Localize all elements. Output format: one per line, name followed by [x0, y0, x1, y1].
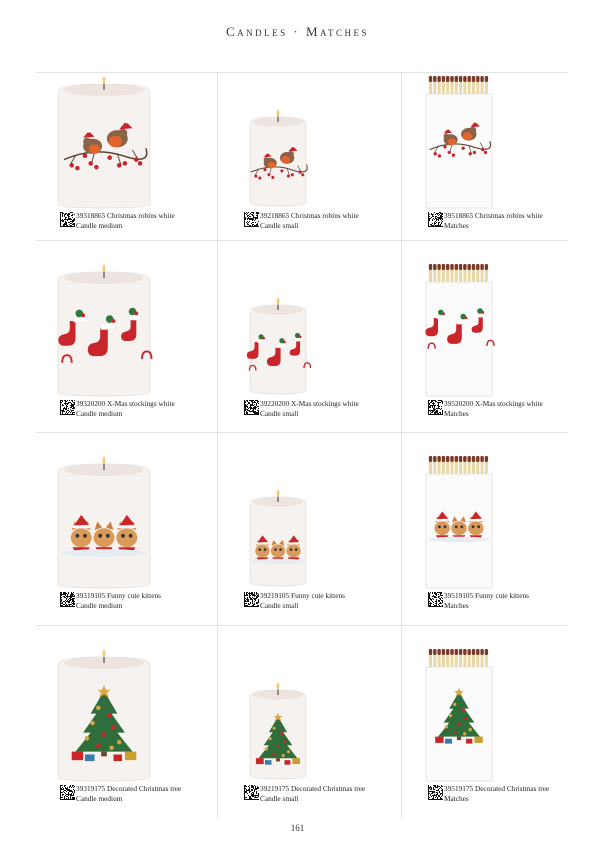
candle-medium-image — [57, 264, 153, 397]
product-card: 39518865 Christmas robins white Matches — [404, 72, 581, 259]
product-card: 39319105 Funny cute kittens Candle medium — [36, 452, 213, 639]
product-format: Candle small — [260, 794, 299, 803]
product-format: Candle medium — [76, 221, 123, 230]
product-code: 39220200 — [260, 399, 290, 408]
candle-medium-image — [57, 456, 151, 589]
product-card: 39519105 Funny cute kittens Matches — [404, 452, 581, 639]
product-code: 39318865 — [76, 211, 106, 220]
matchbox-image — [425, 649, 493, 782]
product-code: 39319105 — [76, 591, 106, 600]
datamatrix-code-icon — [244, 785, 259, 800]
grid-divider — [217, 72, 218, 818]
product-code: 39320200 — [76, 399, 106, 408]
product-card: 39219175 Decorated Christmas tree Candle … — [220, 645, 397, 832]
datamatrix-code-icon — [428, 785, 443, 800]
candle-small-image — [246, 297, 312, 395]
product-card: 39318865 Christmas robins white Candle me… — [36, 72, 213, 259]
matchbox-image — [425, 456, 493, 589]
product-format: Candle small — [260, 409, 299, 418]
datamatrix-code-icon — [244, 212, 259, 227]
product-name: Christmas robins white — [107, 211, 175, 220]
product-code: 39219175 — [260, 784, 290, 793]
product-code: 39319175 — [76, 784, 106, 793]
candle-small-image — [249, 489, 307, 587]
product-code: 39519105 — [444, 591, 474, 600]
product-format: Candle medium — [76, 409, 123, 418]
datamatrix-code-icon — [244, 400, 259, 415]
datamatrix-code-icon — [60, 785, 75, 800]
product-name: X-Mas stockings white — [291, 399, 359, 408]
product-name: Funny cute kittens — [475, 591, 529, 600]
product-format: Candle small — [260, 221, 299, 230]
product-name: Funny cute kittens — [291, 591, 345, 600]
datamatrix-code-icon — [60, 212, 75, 227]
candle-medium-image — [57, 649, 151, 782]
product-format: Matches — [444, 794, 469, 803]
candle-small-image — [249, 682, 307, 780]
product-format: Candle medium — [76, 794, 123, 803]
matchbox-image — [425, 76, 493, 209]
product-card: 39219105 Funny cute kittens Candle small — [220, 452, 397, 639]
grid-divider — [401, 72, 402, 818]
product-name: Decorated Christmas tree — [107, 784, 182, 793]
product-name: Christmas robins white — [475, 211, 543, 220]
product-code: 39218865 — [260, 211, 290, 220]
datamatrix-code-icon — [428, 212, 443, 227]
product-format: Candle small — [260, 601, 299, 610]
product-format: Matches — [444, 221, 469, 230]
candle-medium-image — [57, 76, 151, 209]
product-card: 39220200 X-Mas stockings white Candle sma… — [220, 260, 397, 447]
product-card: 39520200 X-Mas stockings white Matches — [404, 260, 581, 447]
product-name: Decorated Christmas tree — [291, 784, 366, 793]
product-code: 39519175 — [444, 784, 474, 793]
product-name: Funny cute kittens — [107, 591, 161, 600]
product-format: Candle medium — [76, 601, 123, 610]
product-card: 39519175 Decorated Christmas tree Matches — [404, 645, 581, 832]
product-format: Matches — [444, 409, 469, 418]
datamatrix-code-icon — [428, 400, 443, 415]
product-code: 39219105 — [260, 591, 290, 600]
product-code: 39520200 — [444, 399, 474, 408]
product-card: 39320200 X-Mas stockings white Candle med… — [36, 260, 213, 447]
candle-small-image — [249, 109, 308, 207]
datamatrix-code-icon — [244, 592, 259, 607]
product-code: 39518865 — [444, 211, 474, 220]
datamatrix-code-icon — [428, 592, 443, 607]
page-number: 161 — [290, 823, 305, 833]
matchbox-image — [425, 264, 495, 397]
product-name: Christmas robins white — [291, 211, 359, 220]
product-card: 39319175 Decorated Christmas tree Candle … — [36, 645, 213, 832]
datamatrix-code-icon — [60, 400, 75, 415]
datamatrix-code-icon — [60, 592, 75, 607]
product-name: X-Mas stockings white — [475, 399, 543, 408]
product-format: Matches — [444, 601, 469, 610]
product-card: 39218865 Christmas robins white Candle sm… — [220, 72, 397, 259]
page-title: Candles · Matches — [225, 24, 370, 39]
product-name: Decorated Christmas tree — [475, 784, 550, 793]
product-name: X-Mas stockings white — [107, 399, 175, 408]
